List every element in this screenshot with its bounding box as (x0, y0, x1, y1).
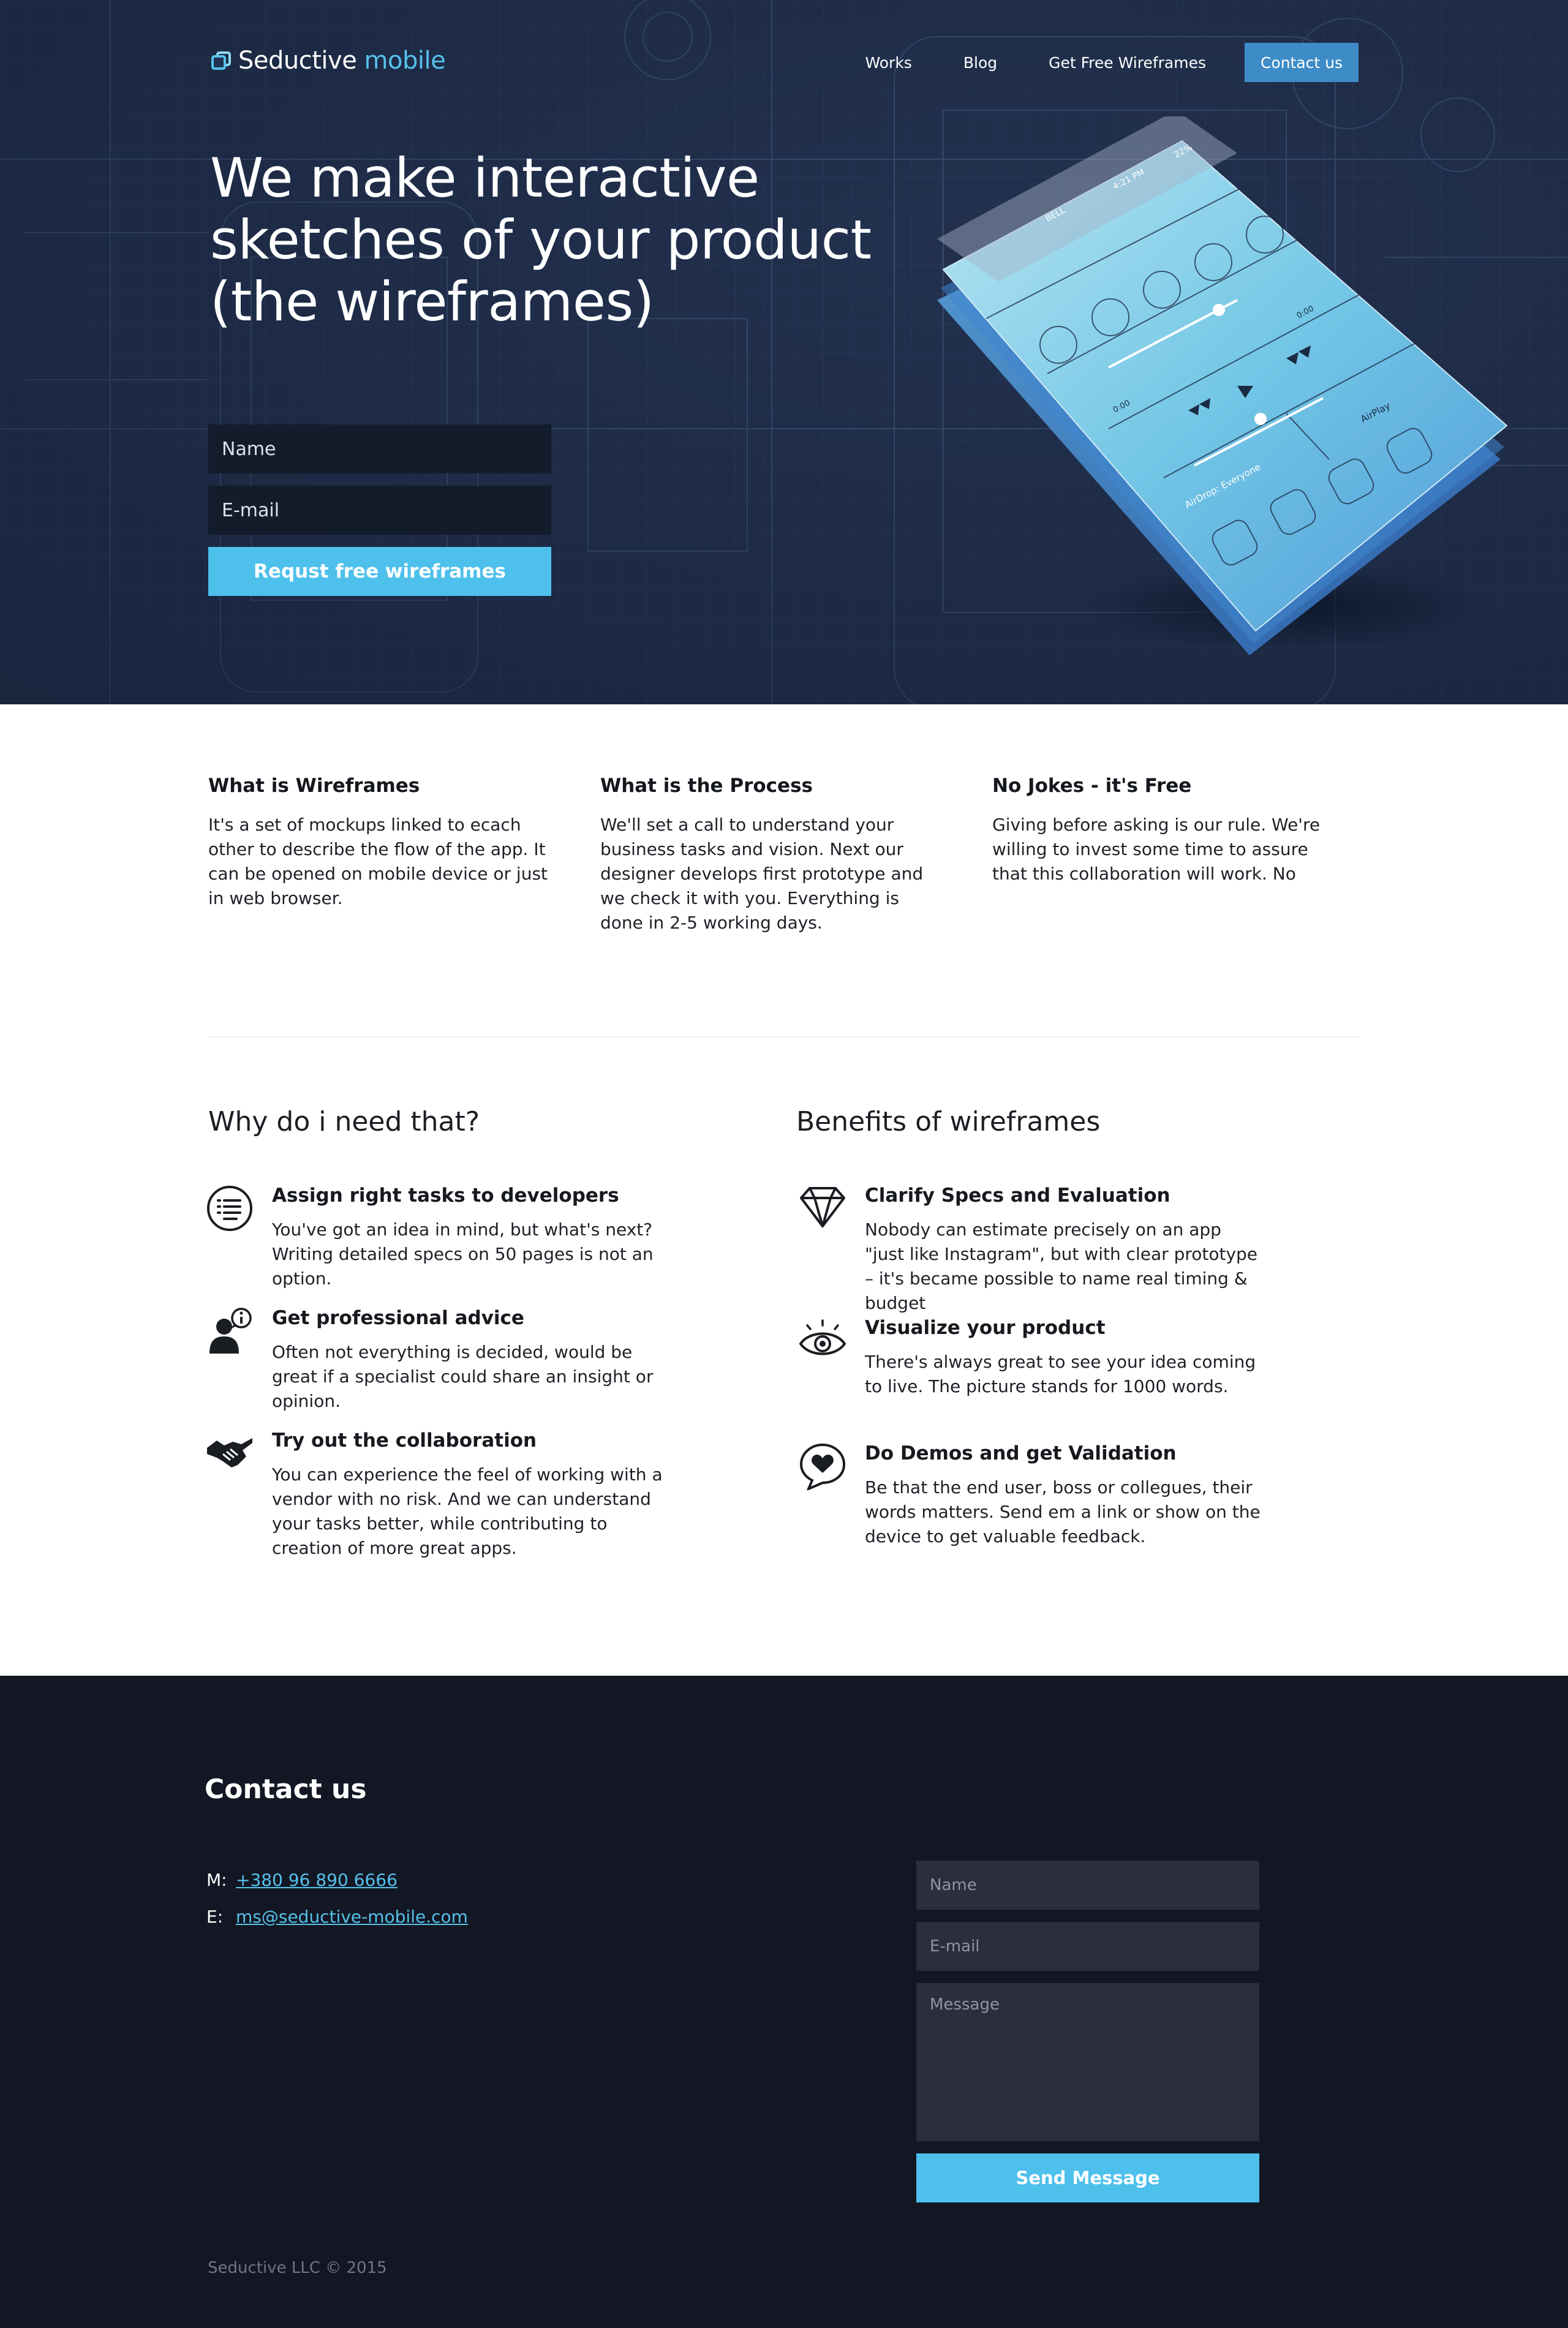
request-wireframes-button[interactable]: Requst free wireframes (208, 547, 551, 596)
feature-process: What is the Process We'll set a call to … (600, 775, 943, 935)
hero-title-line: (the wireframes) (210, 270, 654, 333)
benefit-item-text: Nobody can estimate precisely on an app … (865, 1219, 1258, 1313)
why-item-title: Get professional advice (272, 1307, 524, 1329)
checklist-icon (207, 1186, 252, 1231)
contact-email-input[interactable] (916, 1922, 1259, 1971)
hero-title-line: sketches of your product (210, 208, 872, 271)
hero-title: We make interactive sketches of your pro… (210, 147, 884, 333)
main-nav: Works Blog Get Free Wireframes Contact u… (865, 43, 1359, 82)
phone-link[interactable]: +380 96 890 6666 (236, 1870, 398, 1890)
contact-us-button[interactable]: Contact us (1245, 43, 1359, 82)
why-item-tasks: Assign right tasks to developers You've … (206, 1185, 671, 1291)
email-label: E: (206, 1907, 224, 1927)
phone-illustration: BELL 4:21 PM 22% 0:00 0:00 AirDrop: Ever… (937, 116, 1508, 655)
benefit-item-title: Do Demos and get Validation (865, 1442, 1177, 1464)
feature-free: No Jokes - it's Free Giving before askin… (992, 775, 1323, 886)
benefit-item-demos: Do Demos and get Validation Be that the … (799, 1442, 1264, 1549)
feature-text: Giving before asking is our rule. We're … (992, 815, 1321, 884)
email-link[interactable]: ms@seductive-mobile.com (236, 1907, 468, 1927)
diamond-icon (800, 1187, 845, 1227)
eye-icon (799, 1319, 846, 1355)
contact-phone-line: M: +380 96 890 6666 (206, 1870, 398, 1890)
why-title: Why do i need that? (208, 1106, 480, 1137)
copyright: Seductive LLC © 2015 (208, 2259, 387, 2277)
hero-name-input[interactable] (208, 424, 551, 473)
send-message-button[interactable]: Send Message (916, 2153, 1259, 2202)
benefit-item-visualize: Visualize your product There's always gr… (799, 1317, 1264, 1399)
phone-label: M: (206, 1870, 227, 1890)
heart-bubble-icon (799, 1443, 846, 1490)
advisor-icon (209, 1308, 252, 1354)
contact-message-input[interactable] (916, 1983, 1259, 2141)
logo-word-seductive: Seductive (238, 47, 357, 75)
why-item-title: Try out the collaboration (272, 1430, 537, 1452)
why-item-advice: Get professional advice Often not everyt… (206, 1307, 671, 1414)
contact-name-input[interactable] (916, 1861, 1259, 1910)
benefits-title: Benefits of wireframes (796, 1106, 1101, 1137)
hero-email-input[interactable] (208, 486, 551, 535)
logo-icon (211, 51, 231, 70)
nav-get-free-wireframes[interactable]: Get Free Wireframes (1049, 54, 1206, 72)
feature-what-is-wireframes: What is Wireframes It's a set of mockups… (208, 775, 551, 911)
benefit-item-specs: Clarify Specs and Evaluation Nobody can … (799, 1185, 1264, 1316)
section-divider (208, 1036, 1360, 1038)
contact-title: Contact us (205, 1774, 367, 1805)
nav-blog[interactable]: Blog (963, 54, 997, 72)
benefit-item-title: Visualize your product (865, 1317, 1106, 1339)
why-item-text: You can experience the feel of working w… (272, 1464, 663, 1558)
feature-title: No Jokes - it's Free (992, 775, 1192, 797)
hero-section: Seductive mobile Works Blog Get Free Wir… (0, 0, 1568, 704)
contact-email-line: E: ms@seductive-mobile.com (206, 1907, 468, 1927)
why-item-text: Often not everything is decided, would b… (272, 1342, 654, 1411)
feature-title: What is the Process (600, 775, 813, 797)
benefit-item-text: There's always great to see your idea co… (865, 1352, 1256, 1396)
feature-title: What is Wireframes (208, 775, 420, 797)
logo[interactable]: Seductive mobile (211, 47, 446, 75)
benefit-item-text: Be that the end user, boss or collegues,… (865, 1477, 1261, 1546)
handshake-icon (207, 1438, 252, 1467)
benefit-item-title: Clarify Specs and Evaluation (865, 1185, 1170, 1207)
why-item-title: Assign right tasks to developers (272, 1185, 619, 1207)
contact-form: Send Message (916, 1861, 1259, 2202)
request-form: Requst free wireframes (208, 424, 551, 596)
why-item-collaboration: Try out the collaboration You can experi… (206, 1430, 671, 1561)
nav-works[interactable]: Works (865, 54, 912, 72)
feature-text: We'll set a call to understand your busi… (600, 815, 924, 933)
why-item-text: You've got an idea in mind, but what's n… (272, 1219, 654, 1289)
hero-title-line: We make interactive (210, 146, 760, 209)
feature-text: It's a set of mockups linked to ecach ot… (208, 815, 548, 908)
logo-word-mobile: mobile (364, 47, 446, 75)
